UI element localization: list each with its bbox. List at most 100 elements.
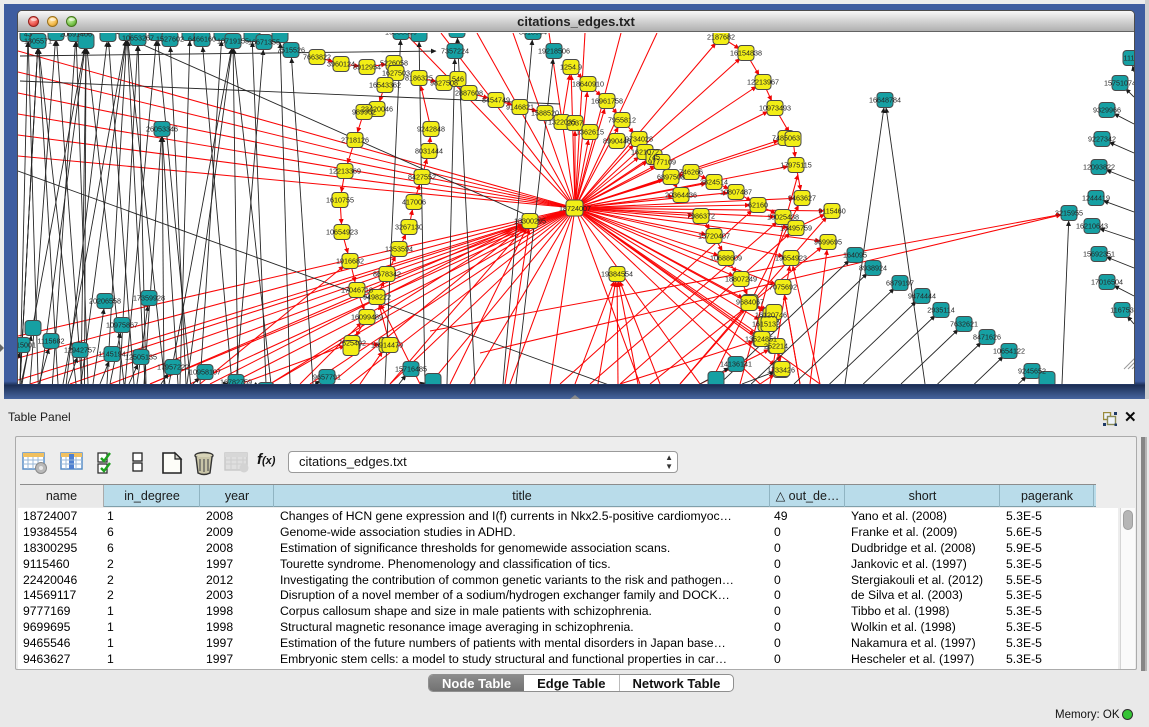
svg-text:417006: 417006 [402, 198, 426, 207]
svg-text:16099489: 16099489 [351, 313, 383, 322]
svg-text:18300295: 18300295 [514, 217, 546, 226]
svg-text:9463627: 9463627 [788, 194, 816, 203]
svg-text:16671355: 16671355 [248, 38, 280, 47]
svg-text:20691406: 20691406 [60, 33, 92, 39]
svg-text:8471626: 8471626 [973, 333, 1001, 342]
svg-text:989962: 989962 [352, 108, 376, 117]
svg-text:9474444: 9474444 [908, 292, 936, 301]
svg-text:13495759: 13495759 [780, 224, 812, 233]
svg-text:252214: 252214 [764, 342, 788, 351]
svg-text:164095: 164095 [843, 251, 867, 260]
svg-text:20206558: 20206558 [89, 297, 121, 306]
svg-text:16120746: 16120746 [755, 311, 787, 320]
svg-text:16210643: 16210643 [1076, 222, 1108, 231]
svg-text:14136141: 14136141 [720, 360, 752, 369]
svg-text:1305571: 1305571 [24, 37, 52, 46]
svg-text:8912954: 8912954 [353, 63, 381, 72]
svg-text:7485063: 7485063 [772, 134, 800, 143]
svg-text:7075692: 7075692 [769, 283, 797, 292]
svg-text:7625402: 7625402 [338, 339, 366, 348]
svg-text:3960124: 3960124 [327, 60, 355, 69]
svg-text:1362615: 1362615 [576, 128, 604, 137]
svg-text:17957222: 17957222 [157, 363, 189, 372]
svg-text:16648784: 16648784 [869, 96, 901, 105]
svg-text:546: 546 [452, 75, 464, 84]
svg-text:10654122: 10654122 [993, 347, 1025, 356]
svg-text:10654923: 10654923 [326, 228, 358, 237]
svg-text:3824514: 3824514 [700, 178, 728, 187]
svg-text:8990448: 8990448 [603, 137, 631, 146]
svg-text:1353594: 1353594 [385, 245, 413, 254]
svg-text:15751074: 15751074 [1104, 79, 1134, 88]
svg-text:15692351: 15692351 [1083, 250, 1115, 259]
svg-text:10975867: 10975867 [106, 321, 138, 330]
svg-text:1527602: 1527602 [156, 35, 184, 44]
svg-text:1244419: 1244419 [1082, 194, 1110, 203]
svg-text:16782759: 16782759 [220, 378, 252, 385]
svg-text:26053346: 26053346 [146, 125, 178, 134]
svg-text:7515526: 7515526 [277, 46, 305, 55]
svg-text:10653267: 10653267 [122, 34, 154, 43]
svg-text:7632621: 7632621 [950, 320, 978, 329]
svg-text:12213967: 12213967 [747, 78, 779, 87]
svg-text:12213369: 12213369 [329, 167, 361, 176]
svg-text:12093822: 12093822 [1083, 163, 1115, 172]
svg-text:10025438: 10025438 [767, 213, 799, 222]
svg-text:12942757: 12942757 [64, 346, 96, 355]
svg-text:19654923: 19654923 [775, 254, 807, 263]
svg-text:19218506: 19218506 [538, 47, 570, 56]
svg-text:116753: 116753 [1110, 306, 1133, 315]
svg-text:8031444: 8031444 [415, 147, 443, 156]
svg-text:17359928: 17359928 [133, 294, 165, 303]
svg-text:2037: 2037 [567, 119, 583, 128]
svg-text:9777109: 9777109 [648, 158, 676, 167]
svg-text:18807249: 18807249 [725, 275, 757, 284]
svg-text:16961758: 16961758 [591, 97, 623, 106]
svg-text:1112: 1112 [1124, 54, 1134, 63]
svg-text:2718126: 2718126 [341, 136, 369, 145]
svg-text:5226058: 5226058 [380, 59, 408, 68]
svg-text:1115682: 1115682 [38, 337, 65, 346]
svg-text:3915001: 3915001 [18, 341, 36, 350]
svg-text:9115460: 9115460 [818, 207, 845, 216]
svg-text:7357224: 7357224 [441, 47, 469, 56]
svg-text:1145194: 1145194 [98, 350, 125, 359]
svg-text:8186325: 8186325 [405, 74, 433, 83]
svg-text:18724007: 18724007 [559, 204, 591, 213]
svg-text:8678342: 8678342 [373, 270, 401, 279]
svg-text:1615132: 1615132 [752, 320, 780, 329]
svg-text:16914479: 16914479 [371, 341, 403, 350]
svg-text:19384554: 19384554 [601, 270, 633, 279]
svg-text:9242848: 9242848 [417, 125, 445, 134]
svg-text:16154838: 16154838 [730, 49, 762, 58]
svg-text:2187682: 2187682 [707, 33, 735, 42]
svg-text:9657791: 9657791 [313, 373, 341, 382]
svg-text:9227342: 9227342 [1088, 135, 1116, 144]
svg-text:10719155: 10719155 [217, 37, 249, 46]
svg-text:8813054: 8813054 [519, 33, 547, 37]
svg-text:6466160: 6466160 [188, 35, 216, 44]
svg-text:1610755: 1610755 [326, 196, 354, 205]
svg-text:9146821: 9146821 [506, 103, 534, 112]
svg-text:16543362: 16543362 [369, 81, 401, 90]
svg-text:62160: 62160 [748, 201, 768, 210]
svg-text:1588520: 1588520 [531, 109, 559, 118]
svg-text:1254.9: 1254.9 [560, 63, 582, 72]
svg-text:2935114: 2935114 [927, 306, 954, 315]
svg-text:9498222: 9498222 [363, 293, 391, 302]
svg-text:1733426: 1733426 [767, 366, 795, 375]
svg-text:3215955: 3215955 [1055, 209, 1083, 218]
svg-text:15716485: 15716485 [395, 365, 427, 374]
svg-text:10958107: 10958107 [189, 368, 221, 377]
svg-text:12505135: 12505135 [125, 353, 157, 362]
svg-text:9329966: 9329966 [1093, 106, 1121, 115]
svg-text:8938924: 8938924 [859, 264, 887, 273]
svg-text:7986372: 7986372 [687, 212, 715, 221]
svg-text:15720407: 15720407 [698, 232, 730, 241]
svg-text:9245652: 9245652 [1018, 367, 1046, 376]
svg-text:17975115: 17975115 [780, 161, 811, 170]
svg-text:20364436: 20364436 [665, 191, 697, 200]
svg-text:2887608: 2887608 [455, 89, 483, 98]
svg-text:17016504: 17016504 [1091, 278, 1123, 287]
svg-text:3267130: 3267130 [395, 223, 423, 232]
